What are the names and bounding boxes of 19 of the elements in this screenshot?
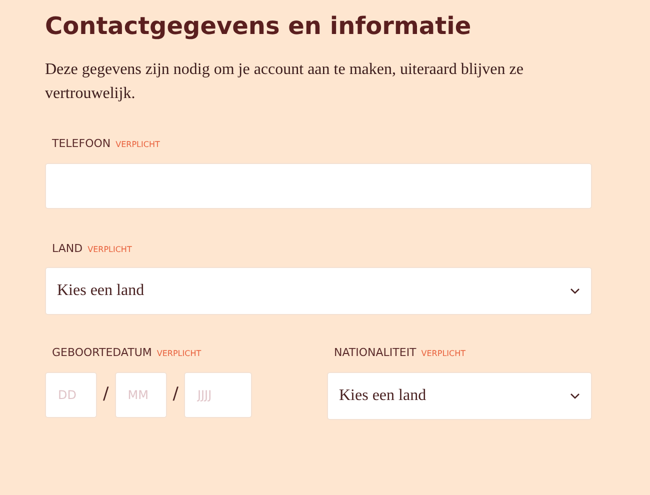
required-label: VERPLICHT: [156, 348, 202, 360]
date-separator: /: [172, 382, 178, 406]
field-label: NATIONALITEIT: [334, 345, 416, 361]
select-field[interactable]: Kies een land: [45, 267, 592, 315]
required-label: VERPLICHT: [421, 348, 466, 360]
field-label: TELEFOON: [52, 136, 111, 152]
date-part-field[interactable]: DD: [45, 372, 97, 418]
required-label: VERPLICHT: [116, 139, 160, 151]
required-label: VERPLICHT: [88, 244, 132, 256]
chevron-down-icon: [570, 288, 580, 294]
page-title: Contactgegevens en informatie: [45, 11, 472, 42]
date-part-field[interactable]: MM: [114, 372, 167, 418]
date-separator: /: [103, 382, 109, 406]
intro-text: Deze gegevens zijn nodig om je account aan te maken, uiteraard blijven ze vertrouwelijk.: [45, 60, 524, 104]
phone-field[interactable]: [45, 162, 592, 208]
select-field[interactable]: Kies een land: [327, 372, 592, 420]
field-label: LAND: [52, 240, 83, 256]
chevron-down-icon: [570, 392, 580, 398]
field-label: GEBOORTEDATUM: [52, 345, 152, 361]
